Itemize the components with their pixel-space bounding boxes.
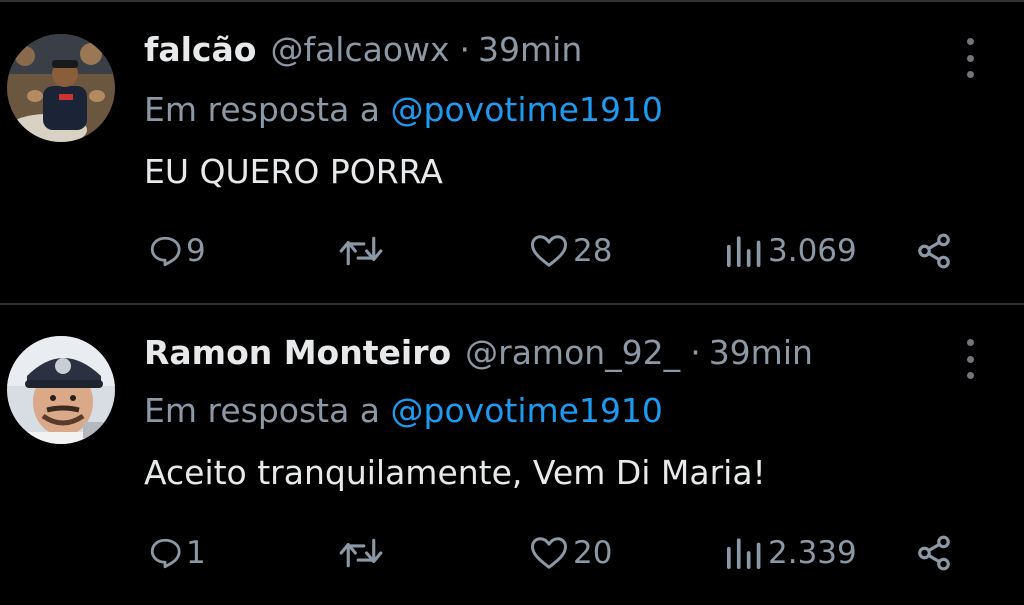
- reply-icon: [150, 236, 181, 267]
- reply-icon: [150, 538, 181, 569]
- timestamp[interactable]: 39min: [478, 30, 582, 69]
- tweet-header: falcão @falcaowx · 39min: [144, 30, 582, 74]
- reply-button[interactable]: 1: [148, 529, 206, 577]
- views-button[interactable]: 3.069: [722, 227, 857, 275]
- reply-feed: falcão @falcaowx · 39min Em resposta a @…: [0, 0, 1024, 605]
- display-name[interactable]: Ramon Monteiro: [144, 333, 451, 372]
- action-bar: 1 20 2.339: [0, 529, 1024, 577]
- like-button[interactable]: 28: [529, 227, 612, 275]
- separator-dot: ·: [690, 333, 701, 372]
- avatar[interactable]: [7, 336, 115, 444]
- share-button[interactable]: [914, 529, 954, 577]
- reply-prefix: Em resposta a: [144, 90, 381, 129]
- more-icon[interactable]: [958, 339, 982, 379]
- reply-context: Em resposta a @povotime1910: [144, 90, 663, 129]
- separator-dot: ·: [459, 30, 471, 69]
- mention-link[interactable]: @povotime1910: [391, 90, 663, 129]
- tweet-text: Aceito tranquilamente, Vem Di Maria!: [144, 453, 766, 492]
- avatar[interactable]: [7, 34, 115, 142]
- share-icon: [918, 535, 950, 571]
- retweet-icon: [339, 538, 383, 568]
- tweet[interactable]: falcão @falcaowx · 39min Em resposta a @…: [0, 0, 1024, 300]
- heart-icon: [531, 537, 567, 569]
- reply-button[interactable]: 9: [148, 227, 206, 275]
- reply-count: 9: [186, 233, 206, 269]
- view-count: 2.339: [768, 535, 857, 571]
- avatar-image: [7, 336, 115, 444]
- tweet-text: EU QUERO PORRA: [144, 152, 443, 191]
- tweet-header: Ramon Monteiro @ramon_92_ · 39min: [144, 333, 813, 377]
- like-count: 28: [573, 233, 613, 269]
- timestamp[interactable]: 39min: [709, 333, 813, 372]
- reply-prefix: Em resposta a: [144, 391, 381, 430]
- share-button[interactable]: [914, 227, 954, 275]
- avatar-image: [7, 34, 115, 142]
- reply-context: Em resposta a @povotime1910: [144, 391, 663, 430]
- like-button[interactable]: 20: [529, 529, 612, 577]
- retweet-button[interactable]: [336, 227, 386, 275]
- heart-icon: [531, 235, 567, 267]
- tweet[interactable]: Ramon Monteiro @ramon_92_ · 39min Em res…: [0, 305, 1024, 605]
- retweet-icon: [339, 236, 383, 266]
- reply-count: 1: [186, 535, 206, 571]
- view-count: 3.069: [768, 233, 857, 269]
- views-button[interactable]: 2.339: [722, 529, 857, 577]
- views-icon: [726, 236, 761, 268]
- mention-link[interactable]: @povotime1910: [391, 391, 663, 430]
- views-icon: [726, 538, 761, 570]
- share-icon: [918, 233, 950, 269]
- like-count: 20: [573, 535, 613, 571]
- user-handle[interactable]: @falcaowx: [270, 30, 449, 69]
- user-handle[interactable]: @ramon_92_: [465, 333, 680, 372]
- more-icon[interactable]: [958, 38, 982, 78]
- display-name[interactable]: falcão: [144, 30, 256, 69]
- retweet-button[interactable]: [336, 529, 386, 577]
- action-bar: 9 28 3.069: [0, 227, 1024, 275]
